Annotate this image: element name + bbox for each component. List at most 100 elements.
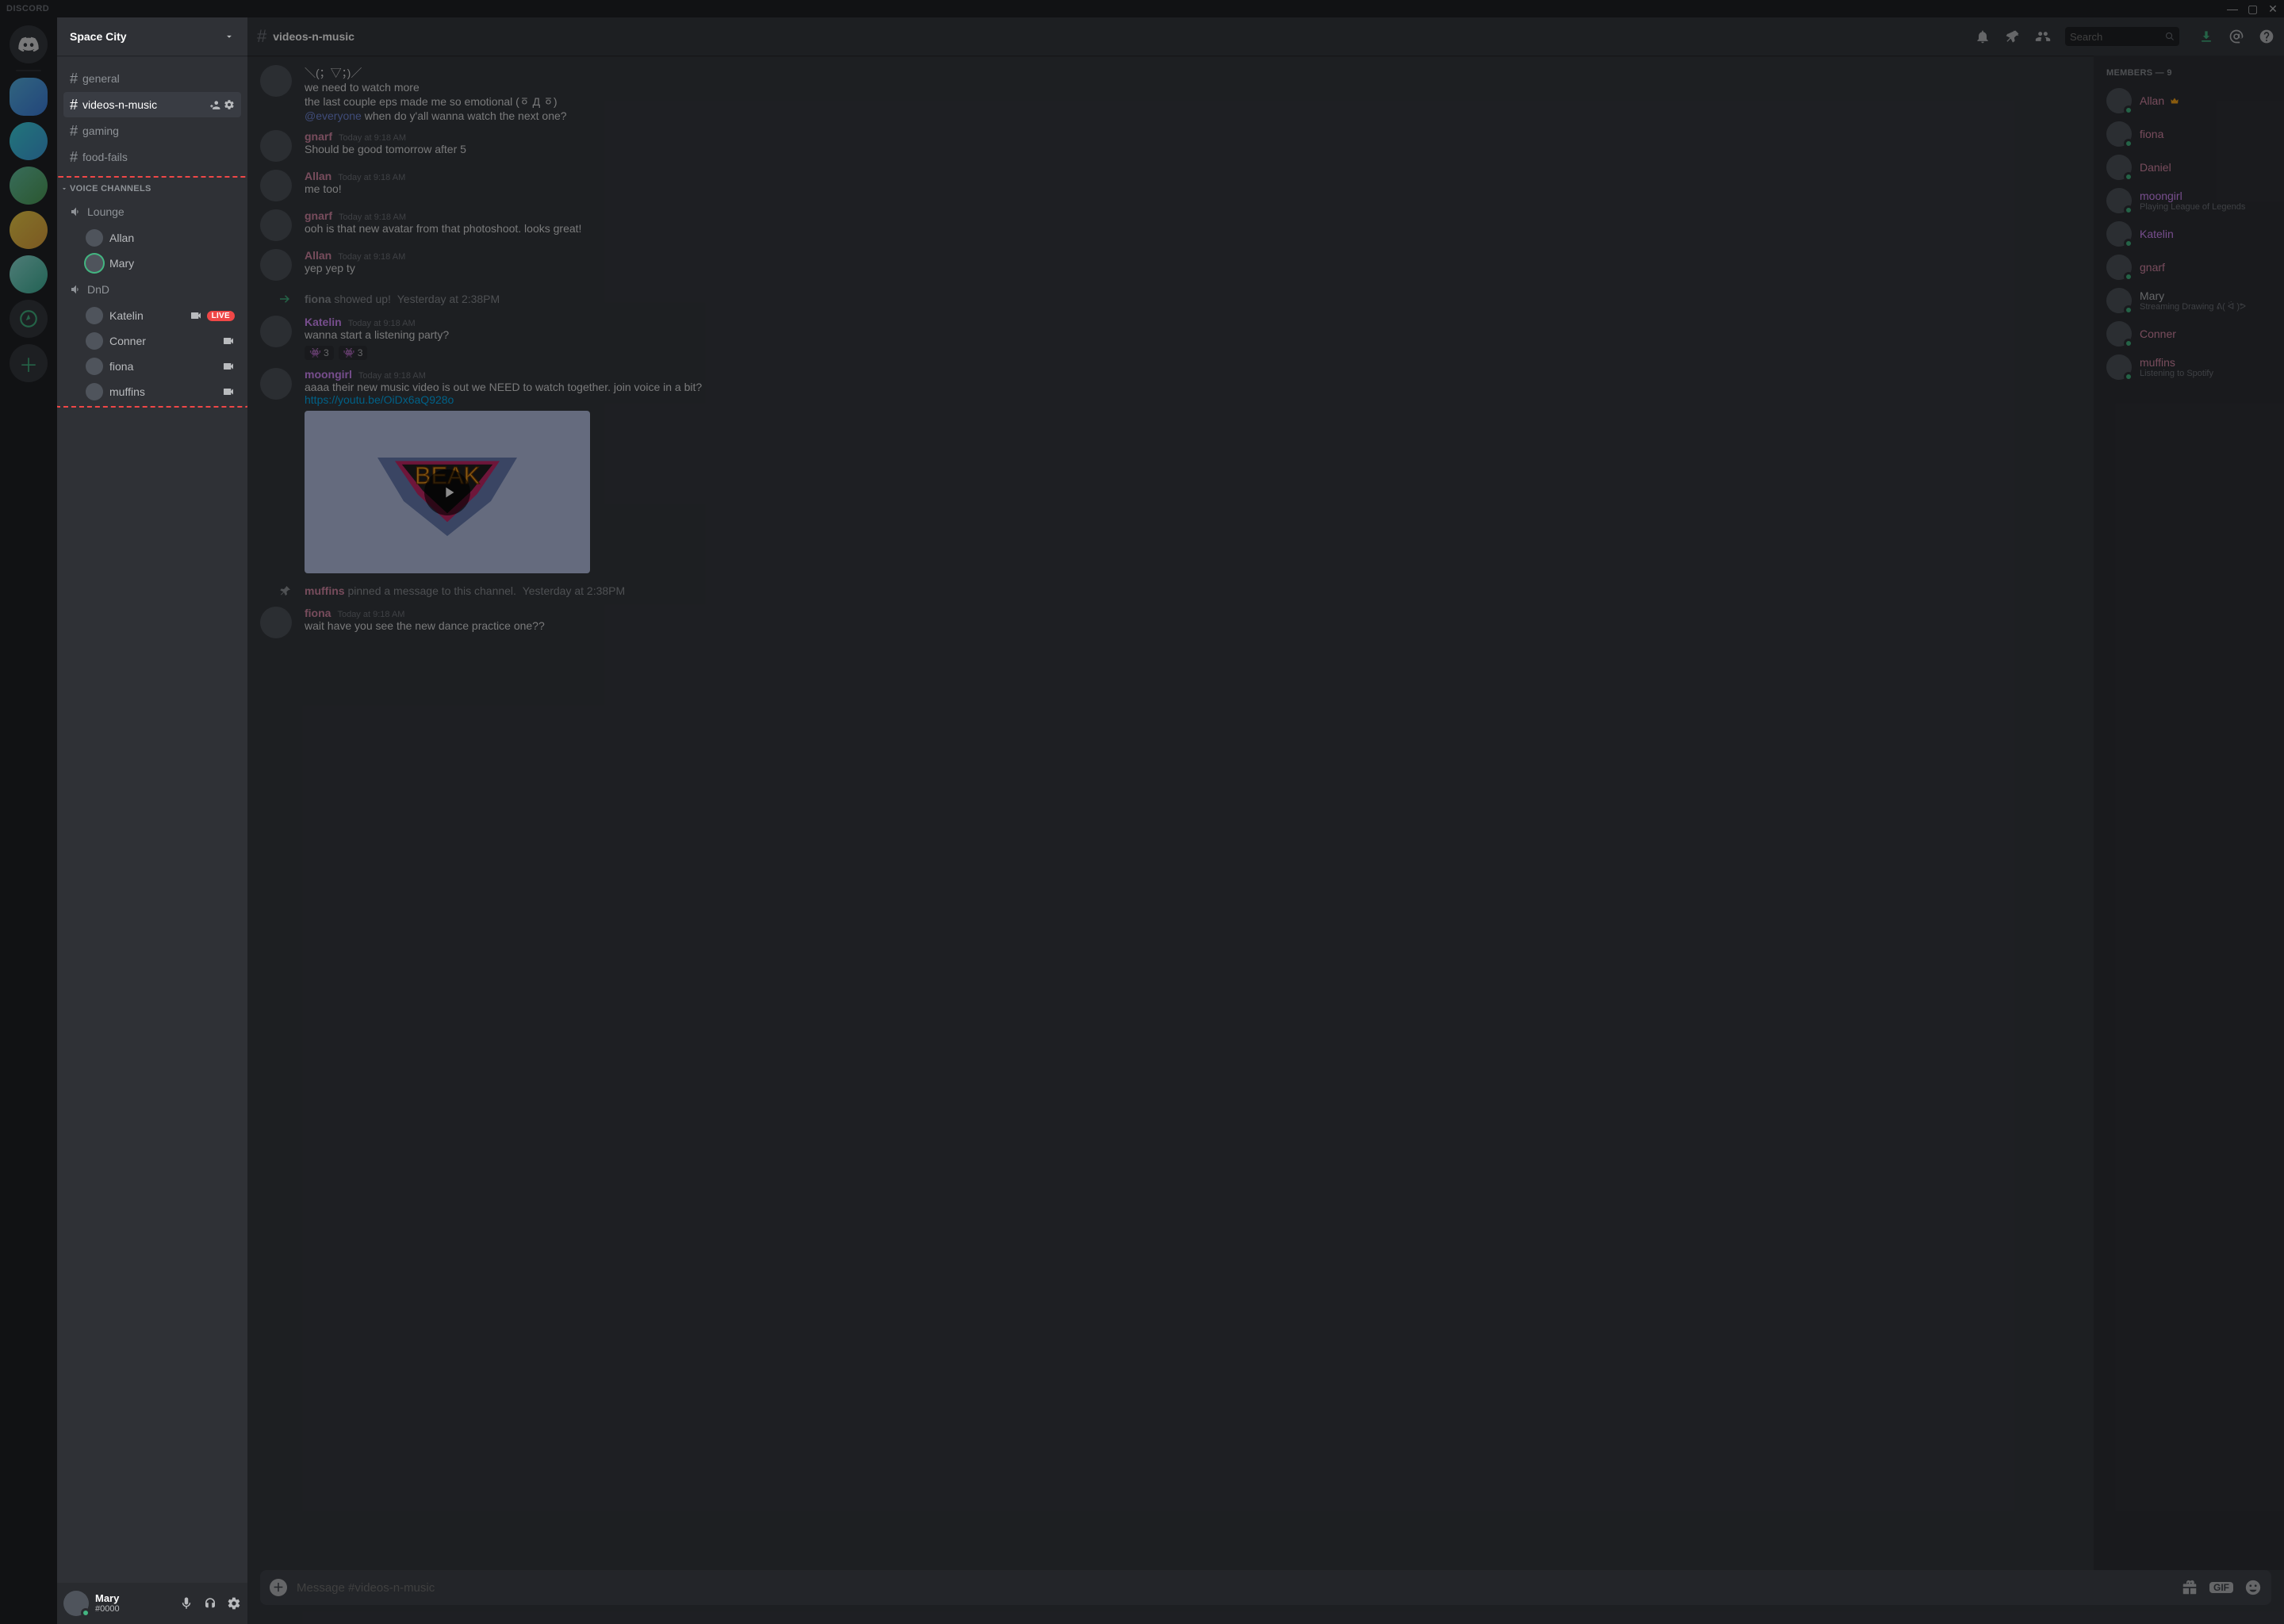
text-channel-gaming[interactable]: # gaming xyxy=(63,118,241,144)
gift-icon[interactable] xyxy=(2181,1579,2198,1596)
member-row[interactable]: gnarf xyxy=(2100,251,2278,284)
composer-input[interactable] xyxy=(297,1581,2171,1595)
member-row[interactable]: Allan xyxy=(2100,84,2278,117)
member-name: fiona xyxy=(2140,128,2163,140)
mute-icon[interactable] xyxy=(179,1596,194,1611)
gear-icon[interactable] xyxy=(227,1596,241,1611)
crown-icon xyxy=(2169,95,2180,106)
author-name[interactable]: fiona xyxy=(305,607,331,619)
message-text: wait have you see the new dance practice… xyxy=(305,619,2081,632)
add-server-button[interactable]: ＋ xyxy=(10,344,48,382)
avatar xyxy=(2106,354,2132,380)
member-row[interactable]: fiona xyxy=(2100,117,2278,151)
download-icon[interactable] xyxy=(2198,29,2214,44)
members-icon[interactable] xyxy=(2035,29,2051,44)
server-item[interactable] xyxy=(10,255,48,293)
message: moongirlToday at 9:18 AM aaaa their new … xyxy=(260,365,2081,578)
reaction[interactable]: 👾3 xyxy=(305,346,334,360)
avatar[interactable] xyxy=(260,607,292,638)
hash-icon: # xyxy=(70,71,78,87)
voice-channel-lounge[interactable]: Lounge xyxy=(63,199,241,224)
user-dock: Mary #0000 xyxy=(57,1583,247,1624)
avatar xyxy=(86,383,103,400)
search-input[interactable] xyxy=(2065,27,2179,46)
minimize-button[interactable]: — xyxy=(2227,2,2236,16)
emoji-icon[interactable] xyxy=(2244,1579,2262,1596)
server-header[interactable]: Space City xyxy=(57,17,247,56)
voice-member[interactable]: Conner xyxy=(63,328,241,354)
voice-channel-dnd[interactable]: DnD xyxy=(63,277,241,302)
gif-button[interactable]: GIF xyxy=(2209,1582,2233,1593)
bell-icon[interactable] xyxy=(1975,29,1991,44)
mentions-icon[interactable] xyxy=(2228,29,2244,44)
avatar[interactable] xyxy=(260,249,292,281)
mention[interactable]: @everyone xyxy=(305,109,362,122)
server-item[interactable] xyxy=(10,122,48,160)
server-item[interactable] xyxy=(10,78,48,116)
author-name[interactable]: gnarf xyxy=(305,209,332,222)
gear-icon[interactable] xyxy=(224,99,235,110)
hash-icon: # xyxy=(70,123,78,140)
attach-button[interactable]: ＋ xyxy=(270,1579,287,1596)
chat-channel-title: videos-n-music xyxy=(273,30,354,43)
message-text: ＼(；▽；)／ xyxy=(305,65,2081,81)
voice-member[interactable]: fiona xyxy=(63,354,241,379)
video-embed[interactable]: BEAK xyxy=(305,411,590,573)
voice-member[interactable]: muffins xyxy=(63,379,241,404)
invite-icon[interactable] xyxy=(209,99,220,110)
member-status: Playing League of Legends xyxy=(2140,202,2245,213)
channel-name: gaming xyxy=(82,124,119,137)
message-text: the last couple eps made me so emotional… xyxy=(305,94,2081,109)
deafen-icon[interactable] xyxy=(203,1596,217,1611)
hash-icon: # xyxy=(70,97,78,113)
video-icon xyxy=(222,335,235,347)
avatar xyxy=(2106,88,2132,113)
member-row[interactable]: moongirlPlaying League of Legends xyxy=(2100,184,2278,217)
voice-member[interactable]: Katelin LIVE xyxy=(63,303,241,328)
avatar[interactable] xyxy=(260,170,292,201)
author-name[interactable]: gnarf xyxy=(305,130,332,143)
voice-member-name: muffins xyxy=(109,385,145,398)
text-channel-general[interactable]: # general xyxy=(63,66,241,91)
member-row[interactable]: Conner xyxy=(2100,317,2278,350)
pin-icon[interactable] xyxy=(2005,29,2021,44)
avatar[interactable] xyxy=(260,316,292,347)
server-item[interactable] xyxy=(10,167,48,205)
self-avatar[interactable] xyxy=(63,1591,89,1616)
message-composer[interactable]: ＋ GIF xyxy=(260,1570,2271,1605)
explore-button[interactable] xyxy=(10,300,48,338)
reaction[interactable]: 👾3 xyxy=(339,346,368,360)
avatar xyxy=(2106,121,2132,147)
message-text: aaaa their new music video is out we NEE… xyxy=(305,381,2081,393)
author-name[interactable]: Allan xyxy=(305,170,331,182)
message-text: me too! xyxy=(305,182,2081,195)
voice-member[interactable]: Mary xyxy=(63,251,241,276)
text-channel-food-fails[interactable]: # food-fails xyxy=(63,144,241,170)
voice-section-header[interactable]: VOICE CHANNELS xyxy=(57,179,247,198)
link[interactable]: https://youtu.be/OiDx6aQ928o xyxy=(305,393,454,406)
discord-logo-icon xyxy=(18,34,39,55)
author-name[interactable]: Katelin xyxy=(305,316,342,328)
member-row[interactable]: Katelin xyxy=(2100,217,2278,251)
close-button[interactable]: ✕ xyxy=(2268,2,2278,16)
member-row[interactable]: MaryStreaming Drawing ᕕ( ᐛ )ᕗ xyxy=(2100,284,2278,317)
search-field[interactable] xyxy=(2070,31,2160,43)
voice-member[interactable]: Allan xyxy=(63,225,241,251)
voice-member-name: Katelin xyxy=(109,309,144,322)
maximize-button[interactable]: ▢ xyxy=(2248,2,2257,16)
brand-label: DISCORD xyxy=(6,4,49,13)
home-button[interactable] xyxy=(10,25,48,63)
member-row[interactable]: Daniel xyxy=(2100,151,2278,184)
channel-sidebar: Space City # general # videos-n-music # … xyxy=(57,17,247,1624)
text-channel-videos-n-music[interactable]: # videos-n-music xyxy=(63,92,241,117)
author-name[interactable]: Allan xyxy=(305,249,331,262)
avatar[interactable] xyxy=(260,209,292,241)
avatar[interactable] xyxy=(260,65,292,97)
avatar[interactable] xyxy=(260,130,292,162)
server-item[interactable] xyxy=(10,211,48,249)
member-row[interactable]: muffinsListening to Spotify xyxy=(2100,350,2278,384)
avatar[interactable] xyxy=(260,368,292,400)
help-icon[interactable] xyxy=(2259,29,2274,44)
author-name[interactable]: moongirl xyxy=(305,368,352,381)
play-button[interactable] xyxy=(424,469,470,515)
